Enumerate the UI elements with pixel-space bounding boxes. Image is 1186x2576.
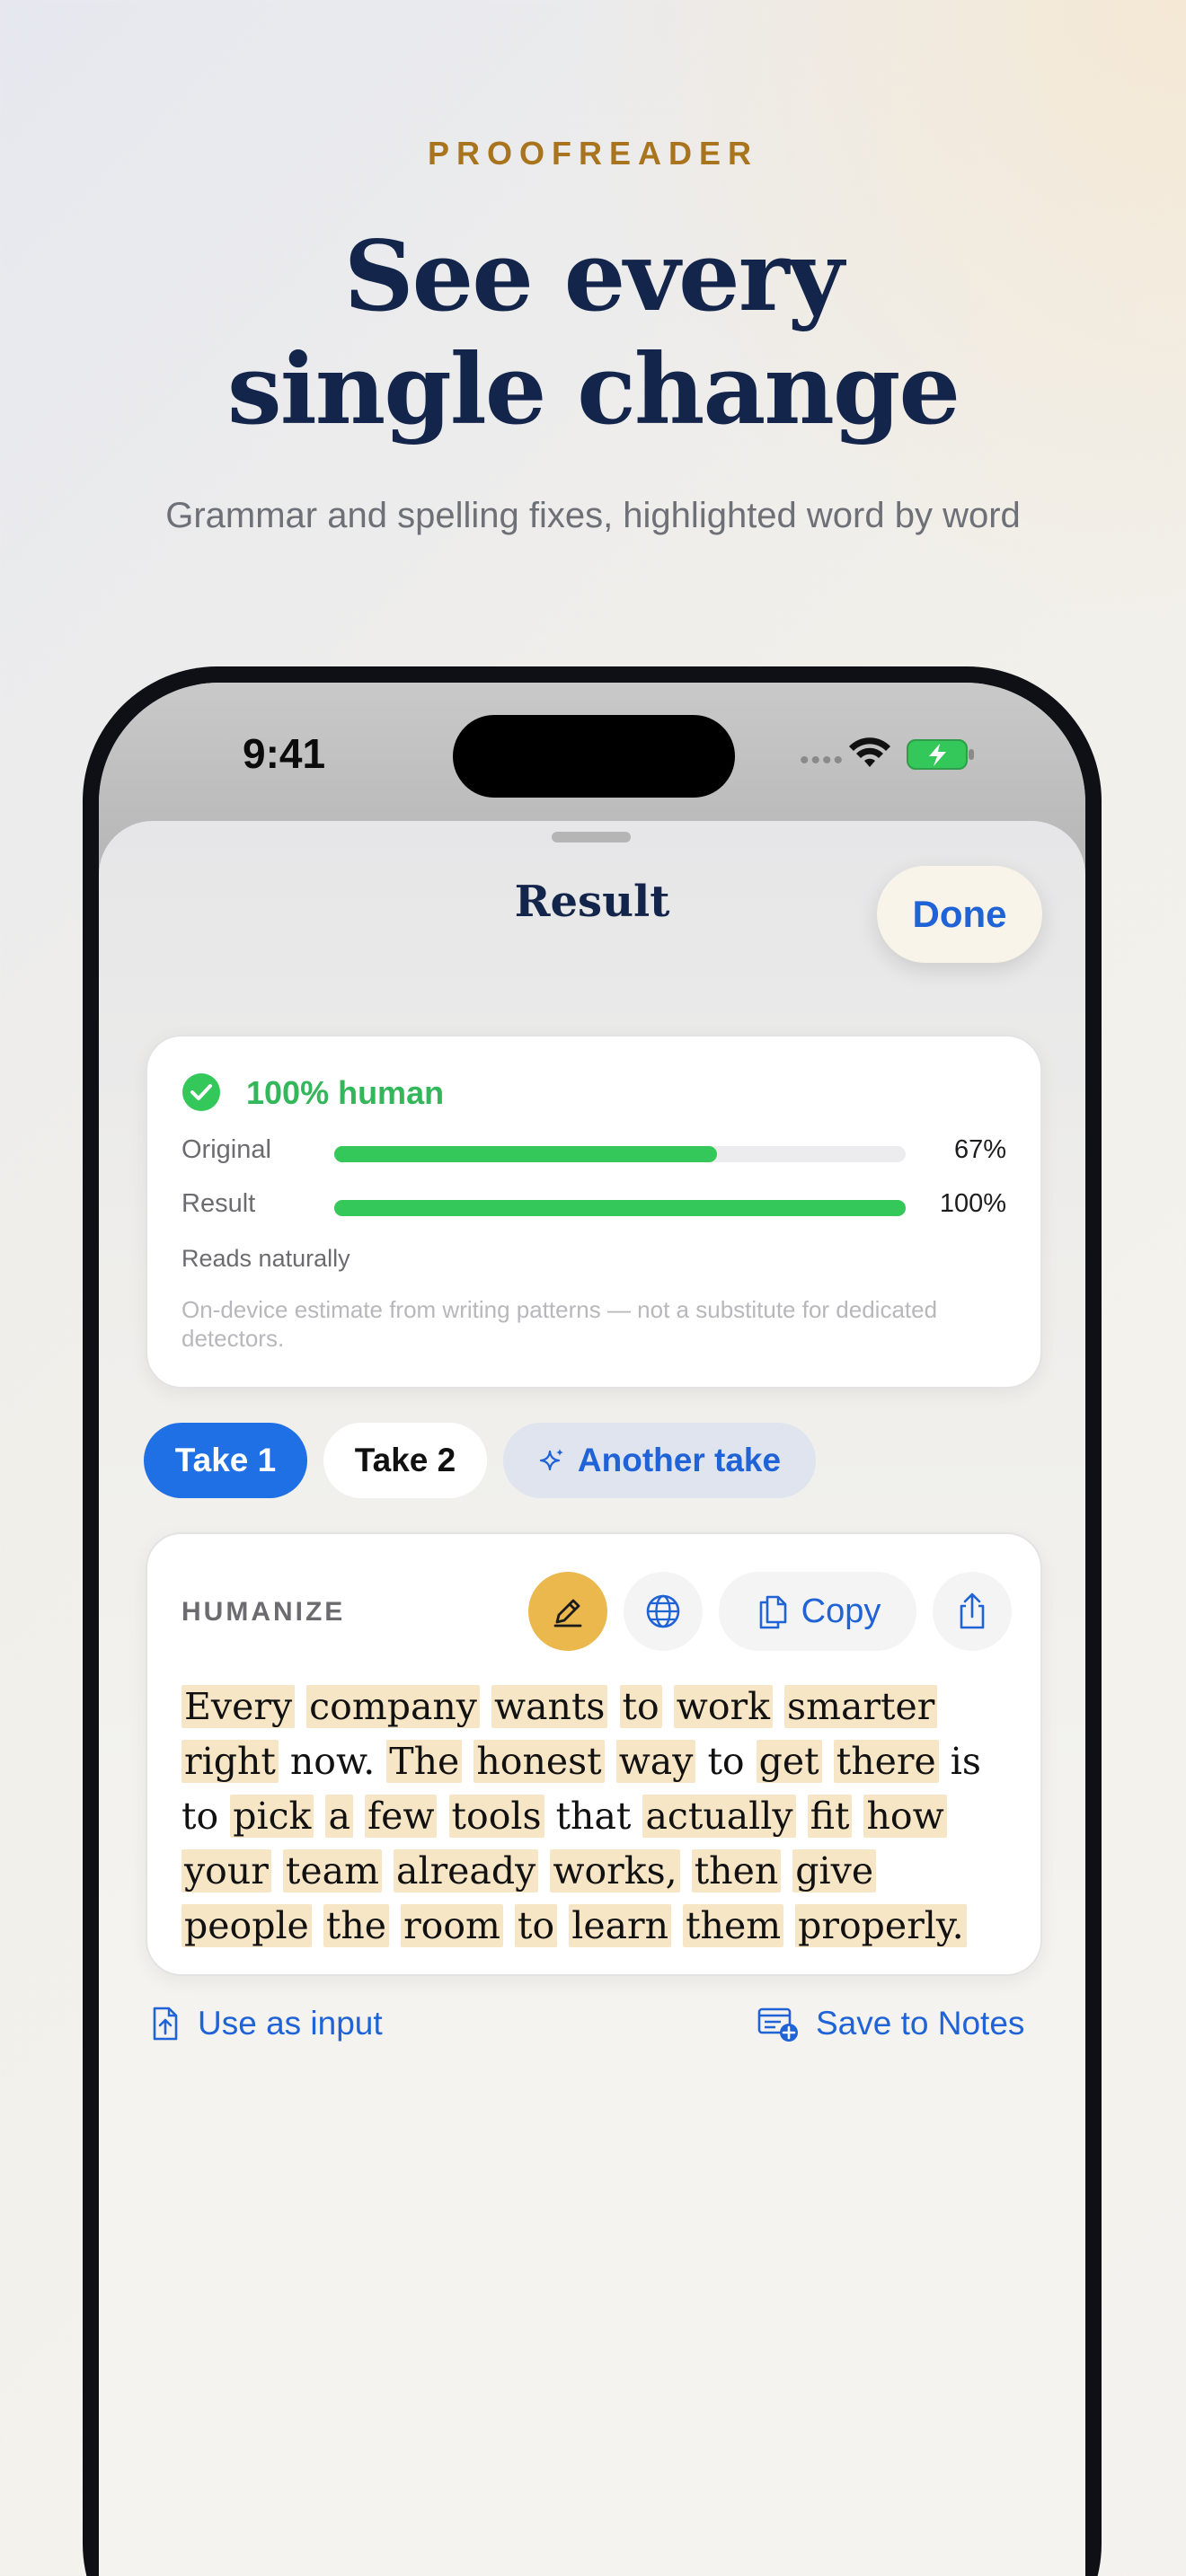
phone-frame: 9:41 •••• Result Done 100% human Origina… xyxy=(83,666,1102,2576)
save-to-notes-button[interactable]: Save to Notes xyxy=(757,2005,1024,2042)
result-label: Result xyxy=(181,1189,256,1218)
changed-word: actually xyxy=(642,1795,796,1838)
document-upload-icon xyxy=(153,2007,178,2041)
humanized-text[interactable]: Every company wants to work smarter righ… xyxy=(181,1680,1017,1954)
copy-label: Copy xyxy=(801,1592,881,1630)
take-1-tab[interactable]: Take 1 xyxy=(144,1423,307,1498)
unchanged-word: to xyxy=(181,1795,219,1838)
changed-word: learn xyxy=(569,1904,672,1947)
changed-word: a xyxy=(325,1795,353,1838)
checkmark-circle-icon xyxy=(182,1073,220,1111)
changed-word: there xyxy=(833,1740,939,1783)
unchanged-word: is xyxy=(950,1740,981,1783)
save-to-notes-label: Save to Notes xyxy=(816,2005,1025,2042)
changed-word: your xyxy=(181,1849,271,1892)
signal-icon: •••• xyxy=(800,745,845,775)
changed-word: already xyxy=(394,1849,539,1892)
edit-button[interactable] xyxy=(528,1572,607,1651)
wifi-icon xyxy=(849,737,890,767)
changed-word: properly. xyxy=(795,1904,967,1947)
changed-word: honest xyxy=(474,1740,605,1783)
changed-word: to xyxy=(514,1904,558,1947)
copy-button[interactable]: Copy xyxy=(719,1572,916,1651)
subheadline: Grammar and spelling fixes, highlighted … xyxy=(165,496,1021,535)
changed-word: wants xyxy=(491,1685,608,1728)
changed-word: people xyxy=(181,1904,312,1947)
pencil-icon xyxy=(553,1599,582,1628)
changed-word: The xyxy=(386,1740,463,1783)
changed-word: few xyxy=(364,1795,438,1838)
changed-word: company xyxy=(306,1685,480,1728)
changed-word: them xyxy=(683,1904,784,1947)
battery-charging-icon xyxy=(907,739,974,770)
done-button[interactable]: Done xyxy=(877,866,1042,963)
notes-add-icon xyxy=(757,2007,798,2042)
unchanged-word: to xyxy=(707,1740,745,1783)
sparkle-icon xyxy=(539,1449,563,1471)
dynamic-island xyxy=(453,715,735,798)
original-label: Original xyxy=(181,1135,271,1164)
result-sheet: Result Done 100% human Original 67% Resu… xyxy=(99,821,1085,2576)
changed-word: to xyxy=(619,1685,662,1728)
headline-line-2: single change xyxy=(226,333,960,446)
changed-word: team xyxy=(282,1849,382,1892)
changed-word: works, xyxy=(550,1849,680,1892)
detector-disclaimer: On-device estimate from writing patterns… xyxy=(181,1296,938,1352)
changed-word: room xyxy=(401,1904,503,1947)
another-take-label: Another take xyxy=(577,1442,782,1478)
another-take-button[interactable]: Another take xyxy=(503,1423,816,1498)
changed-word: work xyxy=(673,1685,773,1728)
headline: See every single change xyxy=(0,220,1186,446)
reads-naturally-note: Reads naturally xyxy=(181,1245,350,1272)
take-2-tab[interactable]: Take 2 xyxy=(323,1423,487,1498)
changed-word: right xyxy=(181,1740,279,1783)
mode-label: HUMANIZE xyxy=(181,1597,346,1627)
phone-screen: 9:41 •••• Result Done 100% human Origina… xyxy=(99,683,1085,2576)
status-time: 9:41 xyxy=(243,730,326,777)
changed-word: how xyxy=(863,1795,947,1838)
changed-word: fit xyxy=(807,1795,853,1838)
changed-word: get xyxy=(756,1740,822,1783)
use-as-input-label: Use as input xyxy=(198,2005,383,2042)
changed-word: way xyxy=(615,1740,696,1783)
result-percent: 100% xyxy=(939,1189,1006,1218)
eyebrow-label: PROOFREADER xyxy=(427,135,759,172)
original-bar xyxy=(334,1146,906,1162)
use-as-input-button[interactable]: Use as input xyxy=(149,2005,383,2042)
score-headline: 100% human xyxy=(246,1074,445,1111)
share-icon xyxy=(960,1592,985,1629)
unchanged-word: that xyxy=(555,1795,632,1838)
original-bar-fill xyxy=(334,1146,718,1162)
output-card: HUMANIZE Copy Every company wants to wor… xyxy=(146,1532,1042,1976)
changed-word: Every xyxy=(181,1685,296,1728)
changed-word: pick xyxy=(230,1795,314,1838)
changed-word: give xyxy=(792,1849,877,1892)
changed-word: then xyxy=(691,1849,782,1892)
human-score-card: 100% human Original 67% Result 100% Read… xyxy=(146,1035,1042,1389)
share-button[interactable] xyxy=(933,1572,1012,1651)
sheet-grabber[interactable] xyxy=(552,832,631,842)
copy-icon xyxy=(759,1595,786,1629)
result-bar-fill xyxy=(334,1200,906,1216)
result-bar xyxy=(334,1200,906,1216)
globe-icon xyxy=(646,1594,680,1628)
original-percent: 67% xyxy=(953,1135,1006,1164)
translate-button[interactable] xyxy=(624,1572,703,1651)
changed-word: tools xyxy=(448,1795,544,1838)
unchanged-word: now. xyxy=(289,1740,376,1783)
changed-word: smarter xyxy=(784,1685,938,1728)
changed-word: the xyxy=(323,1904,390,1947)
headline-line-1: See every xyxy=(343,220,845,333)
